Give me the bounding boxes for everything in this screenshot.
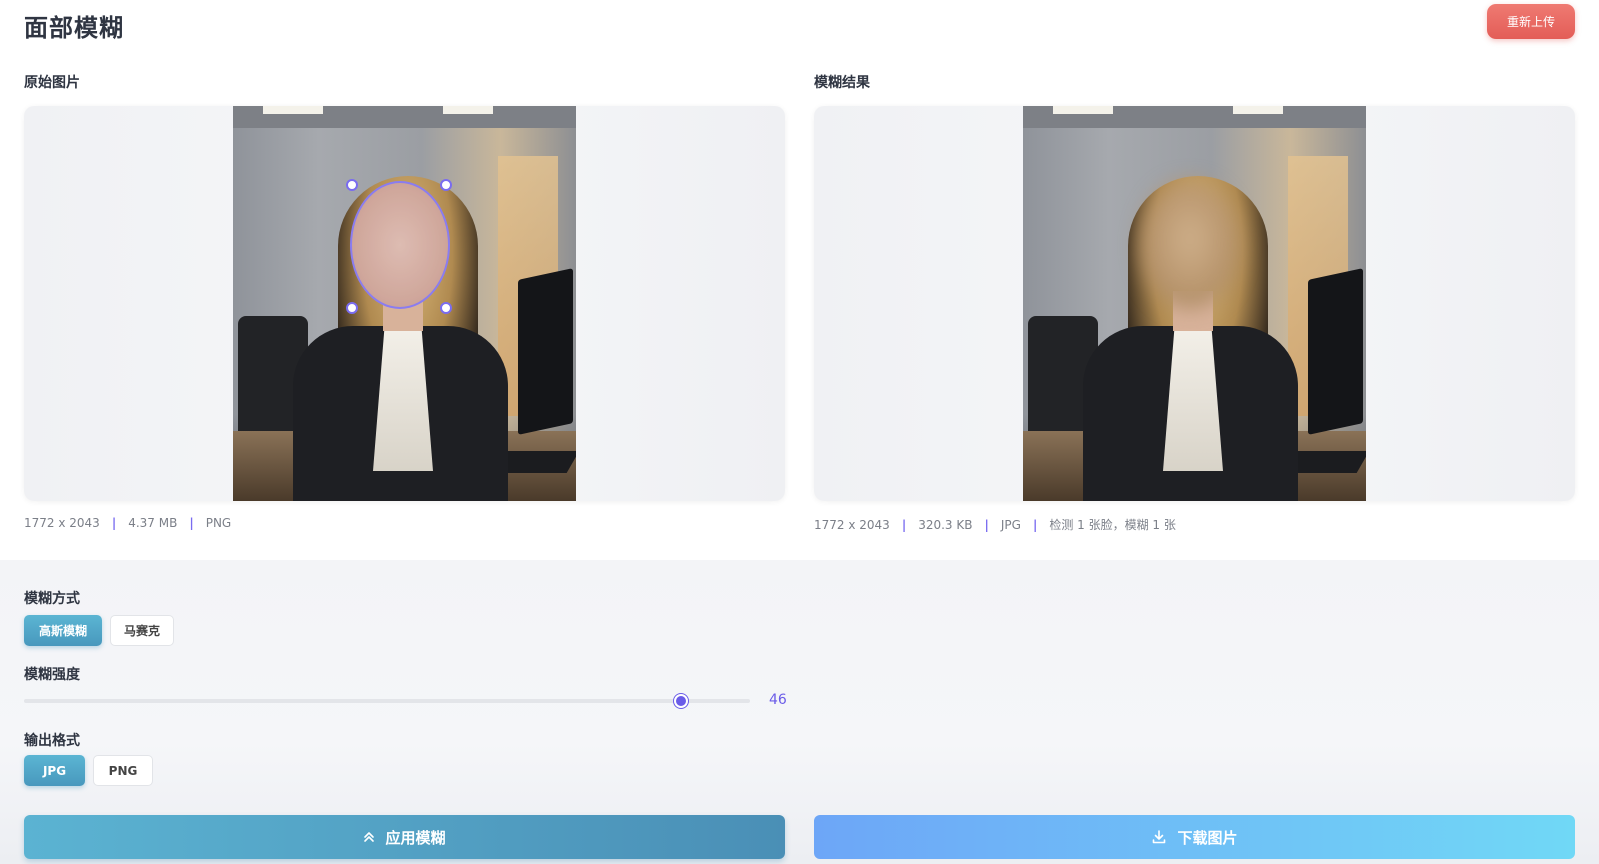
result-image-panel xyxy=(814,106,1575,501)
blur-strength-label: 模糊强度 xyxy=(24,667,80,683)
resize-handle-bottom-right[interactable] xyxy=(440,302,452,314)
detection-summary: 检测 1 张脸，模糊 1 张 xyxy=(1049,518,1176,532)
result-dimensions: 1772 x 2043 xyxy=(814,517,890,532)
original-image-meta: 1772 x 2043 | 4.37 MB | PNG xyxy=(24,516,232,530)
blur-strength-value: 46 xyxy=(769,692,787,708)
original-image-panel xyxy=(24,106,785,501)
face-selection-ellipse[interactable] xyxy=(350,181,450,309)
output-format-label: 输出格式 xyxy=(24,733,80,749)
result-file-size: 320.3 KB xyxy=(918,517,973,532)
original-dimensions: 1772 x 2043 xyxy=(24,516,100,530)
apply-blur-button[interactable]: 应用模糊 xyxy=(24,815,785,859)
output-format-jpg-button[interactable]: JPG xyxy=(24,755,85,786)
original-format: PNG xyxy=(205,516,232,530)
result-format: JPG xyxy=(1000,517,1021,532)
download-icon xyxy=(1151,829,1167,845)
blur-strength-slider-thumb[interactable] xyxy=(674,694,688,708)
result-image-meta: 1772 x 2043 | 320.3 KB | JPG | 检测 1 张脸，模… xyxy=(814,517,1176,533)
resize-handle-bottom-left[interactable] xyxy=(346,302,358,314)
apply-blur-label: 应用模糊 xyxy=(385,828,446,847)
double-chevron-up-icon xyxy=(363,831,375,843)
reupload-button[interactable]: 重新上传 xyxy=(1487,4,1575,39)
result-image-label: 模糊结果 xyxy=(814,75,870,91)
download-image-button[interactable]: 下载图片 xyxy=(814,815,1575,859)
blur-mode-mosaic-button[interactable]: 马赛克 xyxy=(110,615,174,646)
face-blur-page: 面部模糊 重新上传 原始图片 模糊结果 1772 x 2043 | 4.37 M… xyxy=(0,0,1599,864)
result-photo xyxy=(1023,106,1366,501)
blur-mode-gaussian-button[interactable]: 高斯模糊 xyxy=(24,615,102,646)
blur-strength-slider-track[interactable] xyxy=(24,699,750,703)
page-title: 面部模糊 xyxy=(24,14,124,42)
blur-mode-label: 模糊方式 xyxy=(24,591,80,607)
output-format-png-button[interactable]: PNG xyxy=(93,755,153,786)
resize-handle-top-left[interactable] xyxy=(346,179,358,191)
resize-handle-top-right[interactable] xyxy=(440,179,452,191)
download-image-label: 下载图片 xyxy=(1177,828,1238,847)
original-file-size: 4.37 MB xyxy=(128,516,178,530)
original-image-label: 原始图片 xyxy=(24,75,80,91)
blurred-face xyxy=(1141,182,1239,308)
original-photo xyxy=(233,106,576,501)
